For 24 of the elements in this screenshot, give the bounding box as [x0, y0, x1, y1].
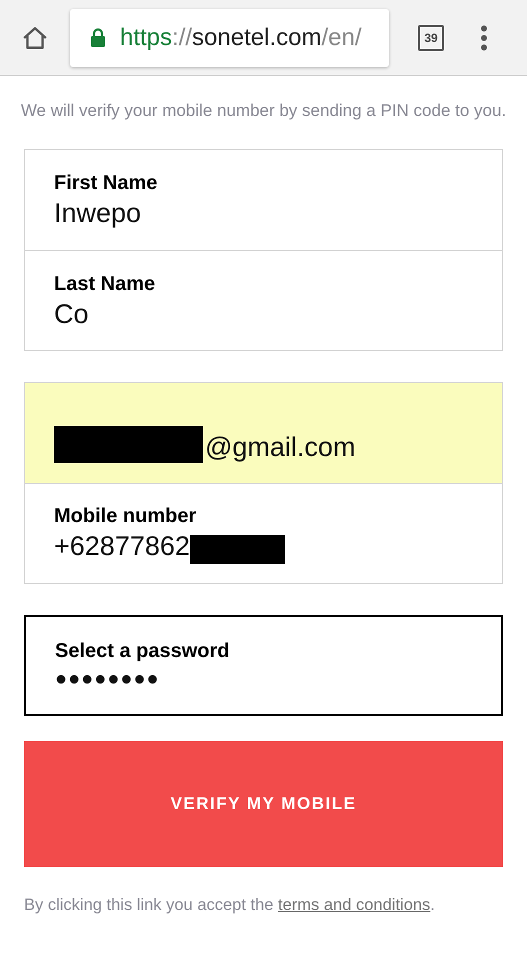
url-text: https://sonetel.com/en/ — [120, 22, 362, 52]
intro-text: We will verify your mobile number by sending a PIN code to you. — [20, 100, 507, 122]
field-label: First Name — [54, 171, 158, 196]
field-value: +62877862 — [54, 530, 190, 563]
lock-icon — [90, 28, 106, 48]
field-label: Mobile number — [54, 504, 198, 529]
form-field[interactable]: First Name Inwepo — [24, 149, 503, 250]
form-field[interactable]: Select a password ●●●●●●●● — [24, 615, 503, 716]
field-value: Co — [54, 298, 89, 330]
field-value: ●●●●●●●● — [55, 666, 160, 692]
menu-icon[interactable] — [480, 24, 488, 50]
field-value: @gmail.com — [205, 430, 356, 462]
form-field[interactable]: @gmail.com — [24, 382, 503, 483]
tab-count[interactable]: 39 — [418, 24, 444, 50]
terms-link[interactable]: terms and conditions — [278, 896, 430, 914]
form-field[interactable]: Mobile number +62877862 — [24, 483, 503, 584]
field-label: Select a password — [55, 638, 231, 664]
verify-button[interactable]: VERIFY MY MOBILE — [24, 741, 503, 867]
field-label: Last Name — [54, 272, 156, 296]
address-bar[interactable]: https://sonetel.com/en/ — [70, 8, 389, 66]
home-icon[interactable] — [22, 24, 48, 50]
form-field[interactable]: Last Name Co — [24, 250, 503, 351]
field-value: Inwepo — [54, 197, 142, 230]
terms-text: By clicking this link you accept the terms and conditions. — [24, 895, 436, 916]
